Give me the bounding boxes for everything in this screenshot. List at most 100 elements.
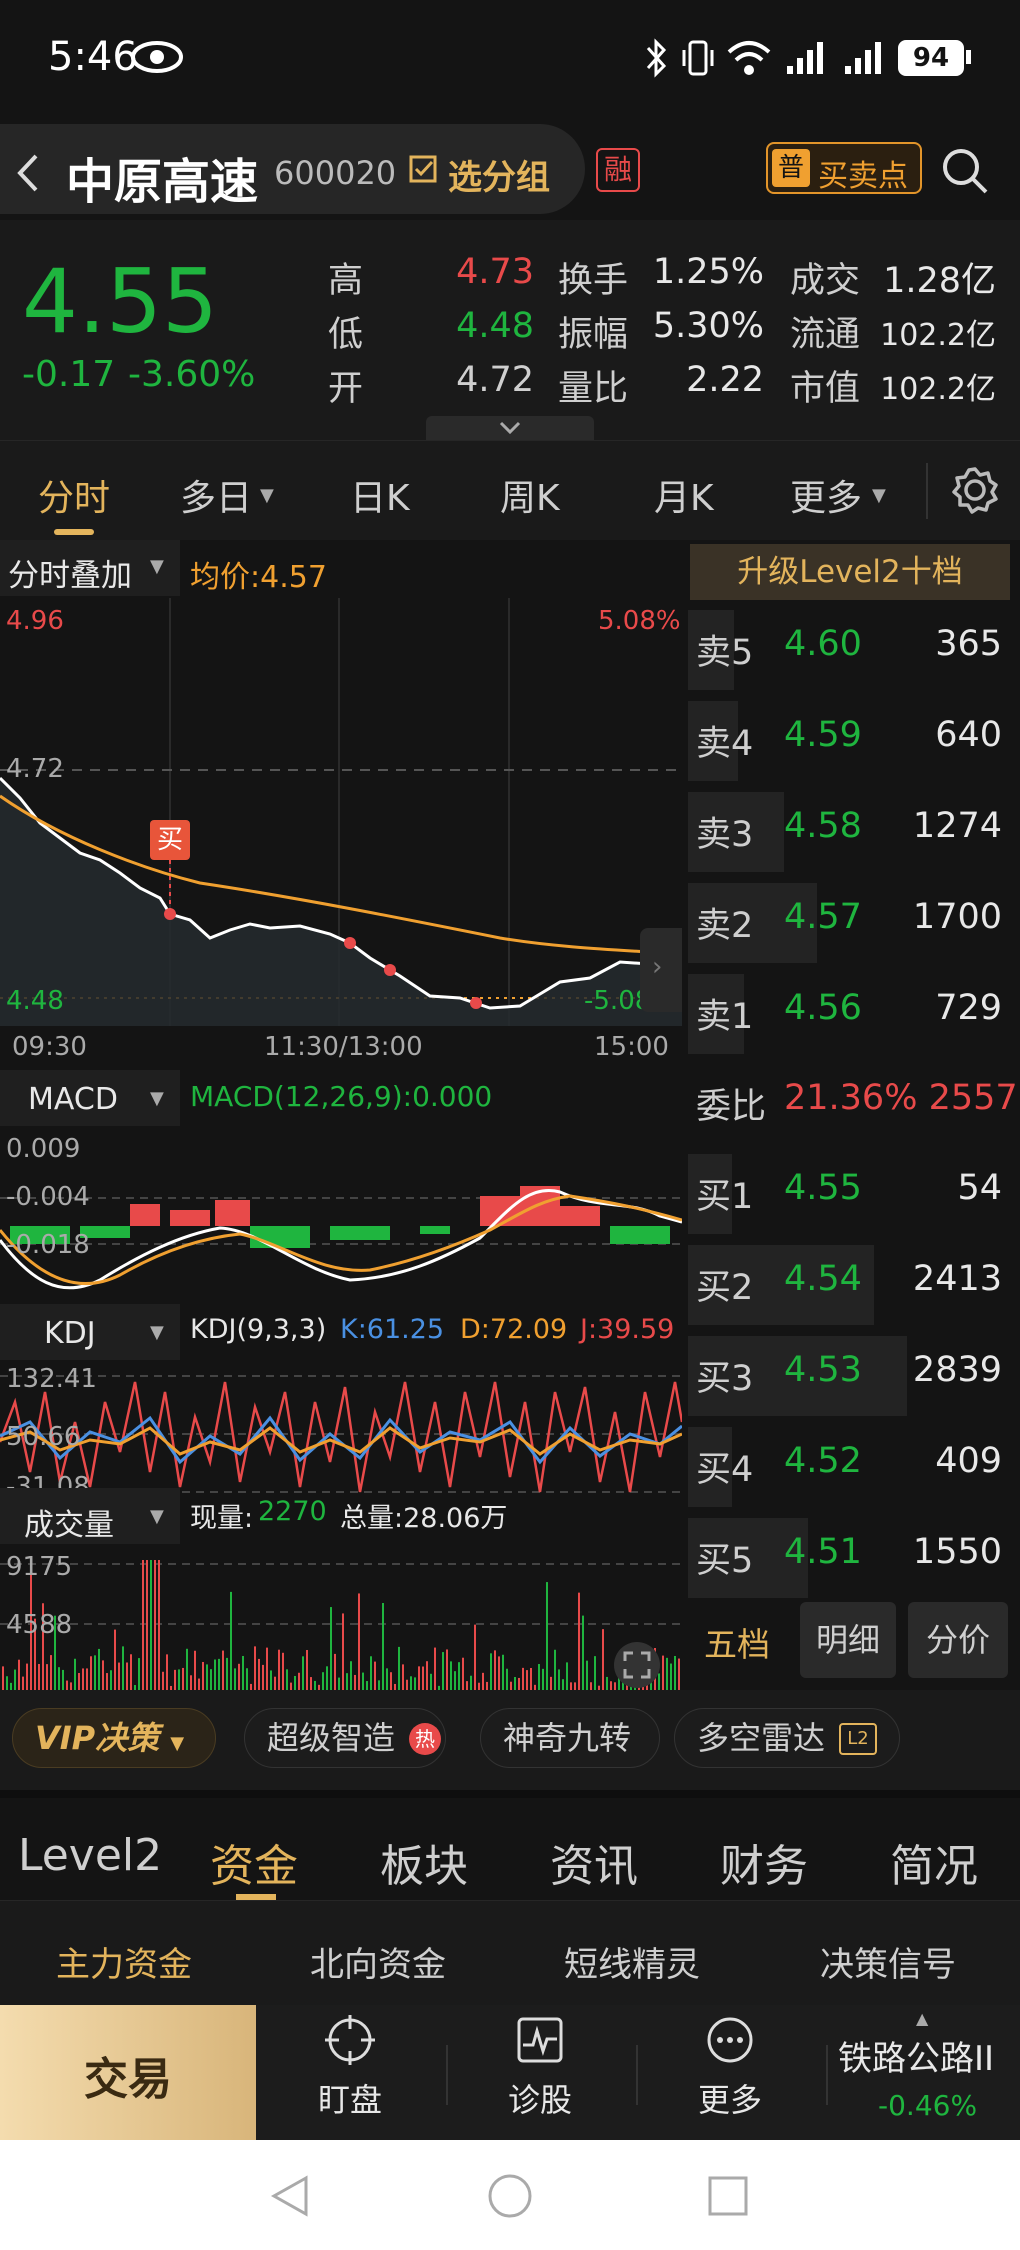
volume-selector[interactable]: 成交量 ▼	[0, 1488, 180, 1544]
home-circle-icon[interactable]	[486, 2172, 534, 2220]
sell-row[interactable]: 卖2 4.57 1700	[688, 875, 1020, 963]
sell-row[interactable]: 卖3 4.58 1274	[688, 784, 1020, 872]
side-collapse-handle[interactable]: ›	[640, 928, 682, 1012]
order-book: 升级Level2十档 卖5 4.60 365 卖4 4.59 640 卖3 4.58 1274 卖…	[688, 540, 1020, 1690]
magic-nine-button[interactable]: 神奇九转	[480, 1708, 660, 1768]
upgrade-level2-button[interactable]: 升级Level2十档	[690, 544, 1010, 600]
tab-multi-day[interactable]: 多日	[180, 469, 252, 521]
buy-level-label: 买2	[696, 1268, 754, 1308]
kdj-plot[interactable]: 132.41 50.66 -31.08	[0, 1362, 682, 1502]
buy-row[interactable]: 买2 4.54 2413	[688, 1237, 1020, 1325]
open-value: 4.72	[456, 360, 534, 400]
volume-bar	[574, 1682, 576, 1690]
market-cap-label: 市值	[790, 369, 861, 409]
overlay-caret-icon: ▼	[150, 556, 164, 577]
tab-month-k[interactable]: 月K	[654, 469, 714, 521]
kdj-selector[interactable]: KDJ ▼	[0, 1304, 180, 1360]
sell-level-label: 卖2	[696, 906, 754, 946]
tab-detail[interactable]: 明细	[800, 1602, 896, 1678]
macd-tick-top: 0.009	[6, 1134, 81, 1164]
volume-bar	[234, 1668, 236, 1690]
vip-decision-label: VIP决策	[35, 1719, 160, 1757]
fund-sub-tabs: 主力资金 北向资金 短线精灵 决策信号	[0, 1900, 1020, 2005]
tab-five-levels[interactable]: 五档	[704, 1618, 770, 1666]
recents-square-icon[interactable]	[706, 2174, 750, 2218]
tab-news[interactable]: 资讯	[550, 1830, 638, 1894]
tab-more[interactable]: 更多	[790, 469, 862, 521]
tab-short-term[interactable]: 短线精灵	[564, 1937, 700, 1986]
expand-handle[interactable]	[426, 416, 594, 440]
select-group-button[interactable]: 选分组	[448, 150, 550, 199]
stock-nav-bar: 中原高速 600020 选分组 融 普 买卖点	[0, 120, 1020, 220]
volume-bar	[466, 1681, 468, 1690]
tab-funds[interactable]: 资金	[210, 1830, 298, 1894]
sell-row[interactable]: 卖4 4.59 640	[688, 693, 1020, 781]
buy-row[interactable]: 买1 4.55 54	[688, 1146, 1020, 1234]
tab-profile[interactable]: 简况	[890, 1830, 978, 1894]
sell-volume: 365	[935, 624, 1002, 664]
buy-tag[interactable]: 买	[150, 820, 190, 860]
macd-selector[interactable]: MACD ▼	[0, 1070, 180, 1126]
volume-bar	[150, 1560, 152, 1690]
buy-sell-point-label: 买卖点	[818, 159, 908, 194]
battery-icon: 94	[898, 40, 964, 76]
volume-bar	[458, 1662, 460, 1690]
volume-total: 总量:28.06万	[340, 1503, 508, 1534]
volume-bar	[594, 1656, 596, 1690]
buy-row[interactable]: 买4 4.52 409	[688, 1419, 1020, 1507]
buy-price: 4.55	[784, 1168, 862, 1208]
search-icon[interactable]	[940, 146, 990, 196]
amount-value: 1.28亿	[883, 261, 996, 301]
tab-level2[interactable]: Level2	[18, 1830, 162, 1881]
tab-intraday[interactable]: 分时	[38, 469, 110, 521]
sector-ticker[interactable]: ▲ 铁路公路II -0.46%	[836, 2009, 1016, 2134]
sell-volume: 1274	[912, 806, 1002, 846]
sell-level-label: 卖1	[696, 997, 754, 1037]
chevron-down-icon	[499, 421, 521, 435]
volume-bar	[242, 1655, 244, 1690]
volume-bar	[202, 1661, 204, 1690]
tab-price-dist[interactable]: 分价	[908, 1602, 1008, 1678]
intraday-plot[interactable]: 4.96 5.08% 4.72 4.48 -5.08% 买 ›	[0, 598, 682, 1026]
back-triangle-icon[interactable]	[268, 2174, 312, 2218]
amount-label: 成交	[790, 261, 861, 301]
volume-bar	[118, 1662, 120, 1690]
volume-bar	[310, 1677, 312, 1690]
volume-bar	[226, 1657, 228, 1690]
volume-bar	[274, 1676, 276, 1690]
watch-button[interactable]: 盯盘	[290, 2015, 410, 2121]
volume-bar	[78, 1673, 80, 1690]
buy-row[interactable]: 买5 4.51 1550	[688, 1510, 1020, 1598]
back-icon[interactable]	[14, 152, 40, 194]
overlay-selector[interactable]: 分时叠加 ▼	[0, 540, 180, 596]
vip-decision-button[interactable]: VIP决策 ▼	[12, 1708, 216, 1768]
tab-finance[interactable]: 财务	[720, 1830, 808, 1894]
intraday-svg	[0, 598, 682, 1026]
buy-row[interactable]: 买3 4.53 2839	[688, 1328, 1020, 1416]
tab-day-k[interactable]: 日K	[350, 469, 410, 521]
volume-bar	[562, 1679, 564, 1690]
volume-plot[interactable]: 9175 4588	[0, 1544, 682, 1690]
sell-row[interactable]: 卖5 4.60 365	[688, 602, 1020, 690]
macd-plot[interactable]: 0.009 -0.004 -0.018	[0, 1130, 682, 1310]
tab-week-k[interactable]: 周K	[500, 469, 560, 521]
fullscreen-button[interactable]	[614, 1642, 660, 1688]
tab-northbound[interactable]: 北向资金	[310, 1937, 446, 1986]
top-pct-label: 5.08%	[598, 606, 681, 636]
volume-bar	[498, 1656, 500, 1690]
more-button[interactable]: 更多	[670, 2015, 790, 2121]
sell-row[interactable]: 卖1 4.56 729	[688, 966, 1020, 1054]
bull-bear-radar-button[interactable]: 多空雷达 L2	[674, 1708, 900, 1768]
tab-main-funds[interactable]: 主力资金	[56, 1937, 192, 1986]
tab-sector[interactable]: 板块	[380, 1830, 468, 1894]
buy-sell-point-button[interactable]: 普 买卖点	[766, 142, 922, 194]
diagnose-button[interactable]: 诊股	[480, 2015, 600, 2121]
volume-bar	[518, 1677, 520, 1690]
super-smart-button[interactable]: 超级智造 热	[244, 1708, 446, 1768]
trade-button[interactable]: 交易	[0, 2005, 256, 2140]
stock-code: 600020	[274, 154, 397, 192]
volume-bar	[538, 1664, 540, 1690]
tab-decision-signal[interactable]: 决策信号	[820, 1937, 956, 1986]
volume-bar	[446, 1649, 448, 1690]
gear-icon[interactable]	[950, 465, 1000, 515]
